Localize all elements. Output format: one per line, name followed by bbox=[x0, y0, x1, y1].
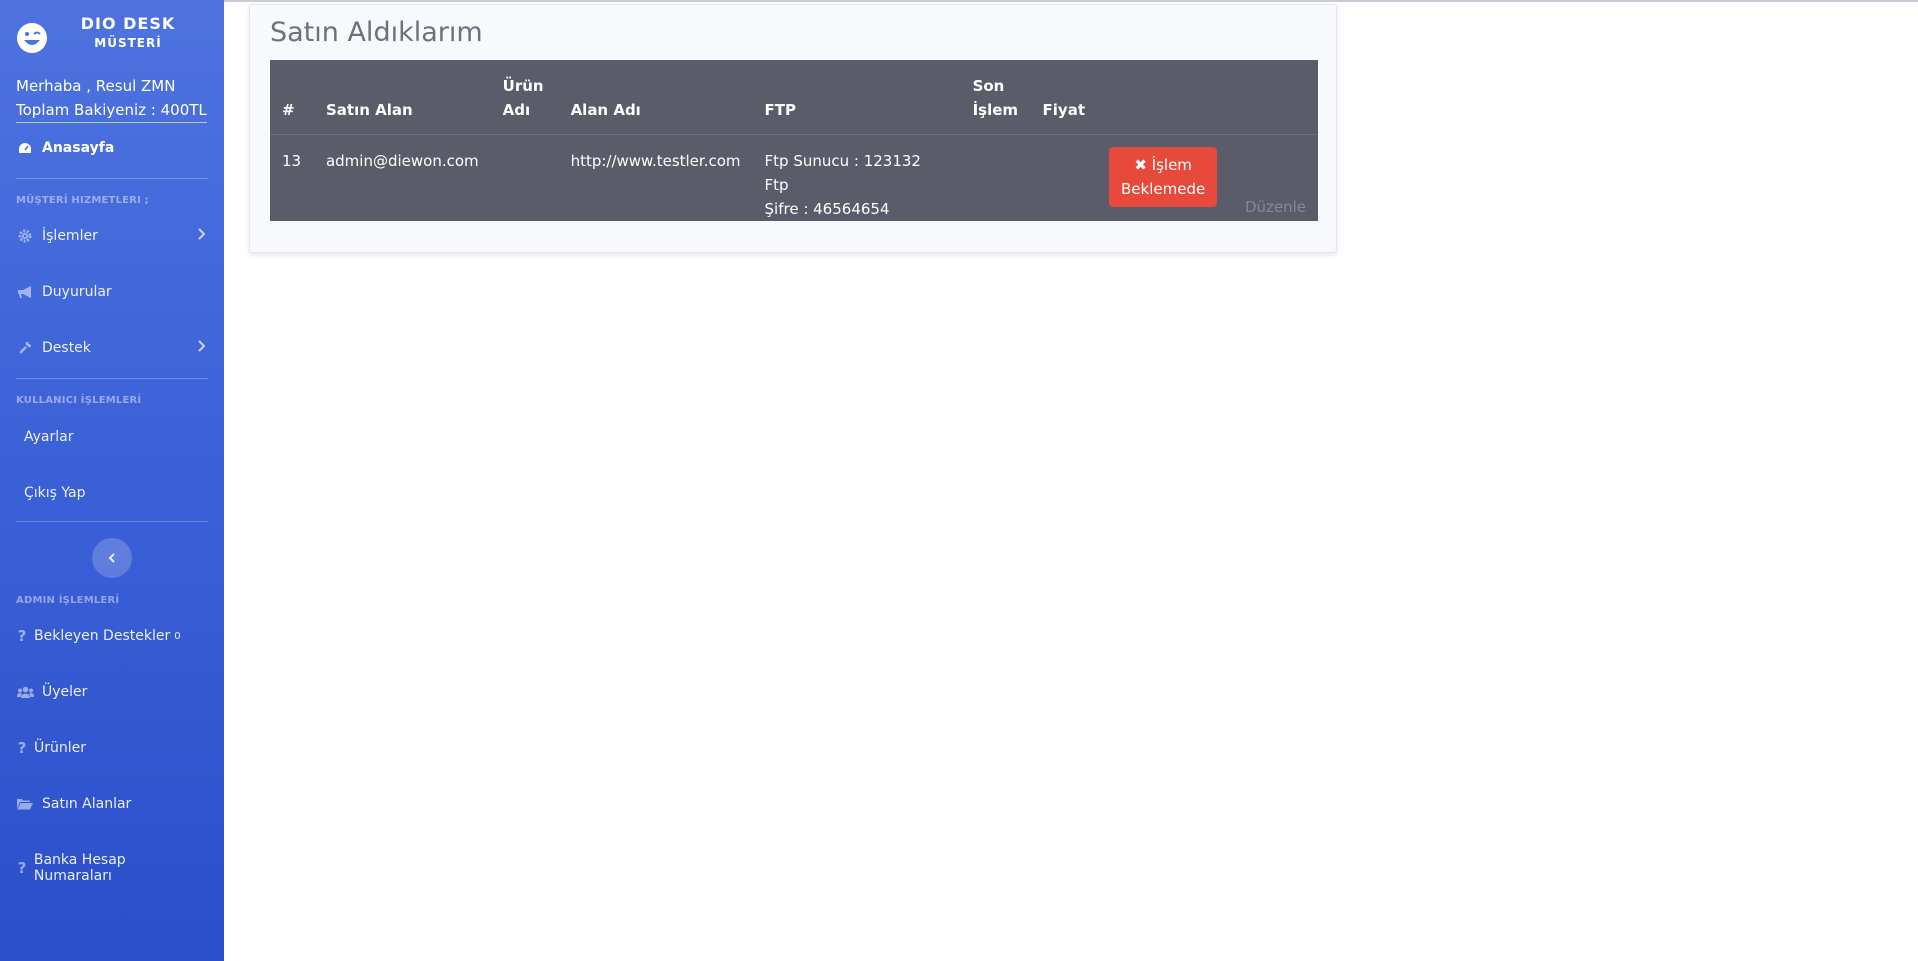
question-icon: ? bbox=[17, 627, 27, 645]
wrench-icon bbox=[16, 341, 34, 355]
cell-buyer: admin@diewon.com bbox=[325, 152, 479, 170]
cell-domain: http://www.testler.com bbox=[570, 152, 741, 170]
table-header-row: # Satın Alan Ürün Adı Alan Adı FTP Son İ… bbox=[270, 60, 1318, 135]
cell-edit: Düzenle bbox=[1233, 135, 1318, 242]
chevron-left-icon bbox=[108, 553, 115, 563]
purchases-table: # Satın Alan Ürün Adı Alan Adı FTP Son İ… bbox=[270, 60, 1318, 221]
cell-id: 13 bbox=[282, 152, 302, 170]
sidebar-item-label: Destek bbox=[42, 340, 91, 356]
status-label-line2: Beklemede bbox=[1121, 180, 1206, 198]
sidebar-item-label: İşlemler bbox=[42, 228, 98, 244]
chevron-right-icon bbox=[198, 228, 206, 244]
times-icon: ✖ bbox=[1134, 156, 1147, 174]
user-greeting: Merhaba , Resul ZMN bbox=[16, 77, 176, 95]
ftp-server: Ftp Sunucu : 123132 Ftp bbox=[764, 152, 921, 194]
bullhorn-icon bbox=[16, 285, 34, 299]
cell-price bbox=[1031, 135, 1097, 242]
sidebar-item-settings[interactable]: Ayarlar bbox=[24, 429, 214, 445]
column-header: Alan Adı bbox=[558, 60, 753, 135]
column-header: Satın Alan bbox=[313, 60, 491, 135]
question-icon: ? bbox=[17, 739, 27, 757]
sidebar-item-label: Anasayfa bbox=[42, 140, 115, 156]
ftp-password: Şifre : 46564654 bbox=[764, 200, 890, 218]
sidebar-item-pending-support[interactable]: ? Bekleyen Destekler 0 bbox=[16, 627, 206, 645]
cog-icon bbox=[16, 229, 34, 243]
sidebar-item-support[interactable]: Destek bbox=[16, 340, 206, 356]
sidebar-heading-customer: MÜŞTERİ HIZMETLERI ; bbox=[16, 195, 149, 206]
sidebar-toggle-button[interactable] bbox=[92, 538, 132, 578]
cell-last-op bbox=[961, 135, 1031, 242]
column-header: FTP bbox=[752, 60, 961, 135]
pending-count-badge: 0 bbox=[174, 630, 181, 642]
sidebar-item-members[interactable]: Üyeler bbox=[16, 684, 206, 700]
sidebar-item-label: Ürünler bbox=[34, 740, 87, 756]
user-info: Merhaba , Resul ZMN Toplam Bakiyeniz : 4… bbox=[16, 74, 207, 123]
status-pending-button[interactable]: ✖ İşlem Beklemede bbox=[1109, 147, 1218, 207]
column-header: Ürün Adı bbox=[490, 60, 559, 135]
brand-subtitle: MÜSTERİ bbox=[94, 36, 162, 50]
sidebar-item-label: Üyeler bbox=[42, 684, 88, 700]
edit-link[interactable]: Düzenle bbox=[1245, 198, 1306, 216]
sidebar-item-products[interactable]: ? Ürünler bbox=[16, 739, 206, 757]
sidebar-heading-user: KULLANICI İŞLEMLERİ bbox=[16, 395, 142, 406]
sidebar-item-label: Banka Hesap Numaraları bbox=[33, 852, 126, 884]
sidebar-item-buyers[interactable]: Satın Alanlar bbox=[16, 796, 206, 812]
sidebar-item-home[interactable]: Anasayfa bbox=[16, 140, 206, 156]
sidebar-item-operations[interactable]: İşlemler bbox=[16, 228, 206, 244]
cell-status: ✖ İşlem Beklemede bbox=[1097, 135, 1233, 242]
cell-product bbox=[491, 135, 559, 242]
folder-open-icon bbox=[16, 797, 34, 811]
sidebar-divider bbox=[16, 378, 208, 379]
sidebar-item-logout[interactable]: Çıkış Yap bbox=[24, 485, 214, 501]
column-header: Son İşlem bbox=[960, 60, 1031, 135]
column-header: Fiyat bbox=[1030, 60, 1098, 135]
brand[interactable]: DIO DESK MÜSTERİ bbox=[0, 0, 224, 70]
sidebar-item-label: Duyurular bbox=[42, 284, 112, 300]
chevron-right-icon bbox=[198, 340, 206, 356]
laugh-wink-icon bbox=[17, 23, 47, 53]
column-header-actions bbox=[1097, 60, 1233, 135]
column-header-edit bbox=[1232, 60, 1318, 135]
top-border bbox=[0, 0, 1918, 2]
sidebar-divider bbox=[16, 178, 208, 179]
sidebar-heading-admin: ADMIN İŞLEMLERİ bbox=[16, 595, 120, 606]
sidebar-item-label: Satın Alanlar bbox=[42, 796, 132, 812]
user-balance: Toplam Bakiyeniz : 400TL bbox=[16, 98, 207, 123]
purchases-card: Satın Aldıklarım # Satın Alan Ürün Adı A… bbox=[249, 4, 1337, 253]
brand-title: DIO DESK bbox=[80, 14, 176, 33]
sidebar-divider bbox=[16, 521, 208, 522]
status-label-line1: İşlem bbox=[1151, 156, 1192, 174]
page-title: Satın Aldıklarım bbox=[270, 17, 483, 48]
cell-ftp: Ftp Sunucu : 123132 Ftp Şifre : 46564654 bbox=[753, 135, 961, 242]
sidebar-item-label: Ayarlar bbox=[24, 429, 74, 445]
tachometer-icon bbox=[16, 141, 34, 155]
sidebar-item-announcements[interactable]: Duyurular bbox=[16, 284, 206, 300]
sidebar-item-bank-accounts[interactable]: ? Banka Hesap Numaraları bbox=[16, 852, 206, 884]
sidebar-item-label: Bekleyen Destekler bbox=[34, 628, 171, 644]
sidebar-item-label: Çıkış Yap bbox=[24, 485, 86, 501]
column-header: # bbox=[270, 60, 314, 135]
question-icon: ? bbox=[17, 859, 27, 877]
sidebar: DIO DESK MÜSTERİ Merhaba , Resul ZMN Top… bbox=[0, 0, 224, 961]
users-icon bbox=[16, 685, 34, 699]
table-row: 13 admin@diewon.com http://www.testler.c… bbox=[270, 135, 1318, 242]
